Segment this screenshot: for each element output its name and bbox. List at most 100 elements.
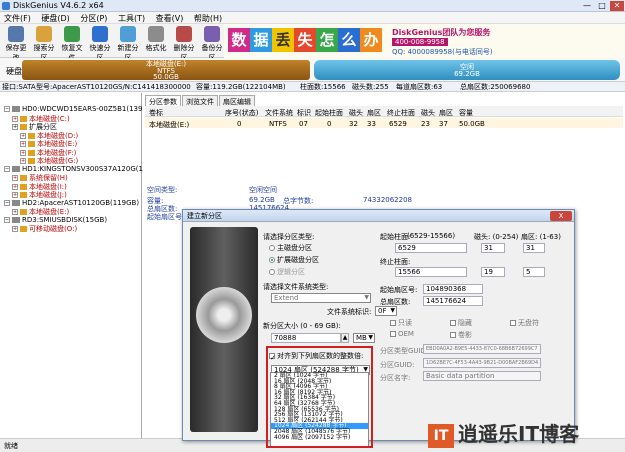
partition-name-label: 分区名字: — [380, 374, 411, 382]
oem-checkbox[interactable]: OEM — [390, 330, 414, 338]
start-cylinder-label: 起始柱面: — [380, 233, 411, 241]
col-id: 标识 — [297, 109, 311, 117]
expand-icon[interactable]: + — [20, 149, 26, 156]
partition-type-label: 请选择分区类型: — [263, 233, 315, 241]
tree-label: HD2:ApacerAST10120GB(119GB) — [22, 198, 140, 207]
no-letter-checkbox[interactable]: 无盘符 — [510, 318, 539, 328]
expand-icon[interactable]: + — [12, 192, 18, 198]
col-end-cyl: 终止柱面 — [387, 109, 415, 117]
start-sector-num-input[interactable]: 104890368 — [423, 284, 483, 294]
hidden-checkbox[interactable]: 隐藏 — [450, 318, 472, 328]
col-capacity: 容量 — [459, 109, 473, 117]
partition-icon — [28, 132, 35, 139]
tree-disk-node[interactable]: − HD2:ApacerAST10120GB(119GB) — [4, 199, 139, 207]
expand-icon[interactable]: + — [12, 183, 18, 190]
highlight-box — [266, 346, 373, 448]
partition-table-header: 卷标 序号(状态) 文件系统 标识 起始柱面 磁头 扇区 终止柱面 磁头 扇区 … — [145, 106, 623, 117]
model-info: 型号:ApacerAST10120G — [36, 83, 119, 91]
status-text: 就绪 — [4, 442, 18, 450]
end-sector-input[interactable]: 5 — [523, 267, 545, 277]
banner-char: 失 — [294, 28, 316, 52]
partition-icon — [20, 115, 27, 122]
readonly-checkbox[interactable]: 只读 — [390, 318, 412, 328]
free-space-block[interactable]: 空闲 69.2GB — [314, 60, 620, 80]
fs-id-label: 文件系统标识: — [327, 308, 372, 316]
type-guid-input[interactable]: EBD0A0A2-B9E5-4433-87C0-68B6B72699C7 — [423, 344, 541, 354]
expand-icon[interactable]: − — [4, 165, 10, 172]
size-unit-select[interactable]: MB ▼ — [353, 333, 375, 343]
search-icon — [36, 26, 52, 42]
tree-disk-node[interactable]: − HD1:KINGSTONSV300S37A120G(112GB) — [4, 165, 165, 173]
disk-tree-panel: − HD0:WDCWD15EARS-00Z5B1(1397GB) + 本地磁盘(C:)… — [0, 93, 165, 438]
partition-block-e[interactable]: 本地磁盘(E:) NTFS 50.0GB — [22, 60, 310, 80]
sectors-per-track-info: 每道扇区数:63 — [396, 83, 443, 91]
banner-text: DiskGenius团队为您服务 — [392, 28, 491, 37]
new-partition-icon — [120, 26, 136, 42]
partition-guid-input[interactable]: 1D62BE7C-4F53-4A43-9B21-D00BAF2B69D4 — [423, 358, 541, 368]
start-sector-input[interactable]: 31 — [523, 243, 545, 253]
title-bar: DiskGenius V4.6.2 x64 — □ ✕ — [0, 0, 625, 12]
partition-icon — [20, 183, 27, 190]
expand-icon[interactable]: + — [20, 158, 26, 164]
new-partition-dialog: 建立新分区 X 请选择分区类型: 主磁盘分区 扩展磁盘分区 逻辑分区 请选择文件… — [182, 209, 575, 441]
tree-disk-node[interactable]: − HD0:WDCWD15EARS-00Z5B1(1397GB) — [4, 105, 160, 113]
capacity-value: 69.2GB — [249, 196, 275, 204]
size-spinner[interactable]: ▲ — [341, 333, 349, 343]
shadow-copy-checkbox[interactable]: 卷影 — [450, 330, 472, 340]
quick-partition-icon — [92, 26, 108, 42]
start-cylinder-range: (6529-15566) — [407, 232, 456, 240]
total-bytes-value: 74332062208 — [363, 196, 412, 204]
start-head-input[interactable]: 31 — [481, 243, 505, 253]
extended-partition-radio[interactable]: 扩展磁盘分区 — [269, 255, 319, 265]
dialog-close-button[interactable]: X — [550, 211, 572, 221]
minimize-button[interactable]: — — [580, 1, 594, 11]
type-guid-label: 分区类型GUID: — [380, 347, 429, 355]
logical-partition-radio[interactable]: 逻辑分区 — [269, 267, 305, 277]
cylinders-info: 柱面数:15566 — [300, 83, 346, 91]
recover-icon — [64, 26, 80, 42]
start-cylinder-input[interactable]: 6529 — [395, 243, 467, 253]
primary-partition-radio[interactable]: 主磁盘分区 — [269, 243, 312, 253]
tree-disk-node[interactable]: − RD3:SMIUSBDISK(15GB) — [4, 216, 107, 224]
close-button[interactable]: ✕ — [610, 1, 624, 11]
size-input[interactable]: 70888 — [271, 333, 341, 343]
ad-banner[interactable]: 数 据 丢 失 怎 么 办 DiskGenius团队为您服务 400-008-9… — [224, 24, 625, 58]
expand-icon[interactable]: − — [4, 216, 10, 223]
partition-name-input[interactable]: Basic data partition — [423, 371, 541, 381]
watermark-logo-icon: IT — [428, 423, 454, 448]
maximize-button[interactable]: □ — [595, 1, 609, 11]
end-cylinder-input[interactable]: 15566 — [395, 267, 467, 277]
expand-icon[interactable]: + — [20, 141, 26, 147]
end-cylinder-label: 终止柱面: — [380, 258, 411, 266]
expand-icon[interactable]: − — [4, 199, 10, 206]
cell: 6529 — [389, 120, 407, 128]
col-end-head: 磁头 — [421, 109, 435, 117]
tree-partition-node[interactable]: + 可移动磁盘(O:) — [12, 224, 77, 234]
expand-icon[interactable]: + — [12, 175, 18, 181]
fs-id-select[interactable]: 0F ▼ — [375, 306, 397, 316]
col-sector: 扇区 — [367, 109, 381, 117]
end-head-input[interactable]: 19 — [481, 267, 505, 277]
banner-char: 办 — [360, 28, 382, 52]
expand-icon[interactable]: − — [4, 106, 10, 112]
partition-icon — [20, 192, 27, 198]
partition-icon — [20, 124, 27, 130]
partition-icon — [28, 141, 35, 147]
tree-label: 可移动磁盘(O:) — [29, 225, 78, 233]
fs-type-select[interactable]: Extend ▼ — [271, 293, 371, 303]
heads-info: 磁头数:255 — [352, 83, 389, 91]
format-button[interactable]: 格式化 — [144, 26, 168, 53]
cell: 37 — [439, 120, 448, 128]
expand-icon[interactable]: + — [12, 226, 18, 232]
expand-icon[interactable]: + — [12, 209, 18, 215]
expand-icon[interactable]: + — [12, 124, 18, 130]
col-head: 磁头 — [349, 109, 363, 117]
banner-char: 丢 — [272, 28, 294, 52]
table-row[interactable]: 本地磁盘(E:) 0 NTFS 07 0 32 33 6529 23 37 50… — [145, 118, 623, 129]
tree-label: RD3:SMIUSBDISK(15GB) — [22, 215, 108, 224]
total-sectors-input[interactable]: 145176624 — [423, 296, 483, 306]
expand-icon[interactable]: + — [12, 115, 18, 122]
size-label: 新分区大小 (0 - 69 GB): — [263, 322, 341, 330]
watermark-text: 逍遥乐IT博客 — [458, 422, 580, 446]
expand-icon[interactable]: + — [20, 132, 26, 139]
